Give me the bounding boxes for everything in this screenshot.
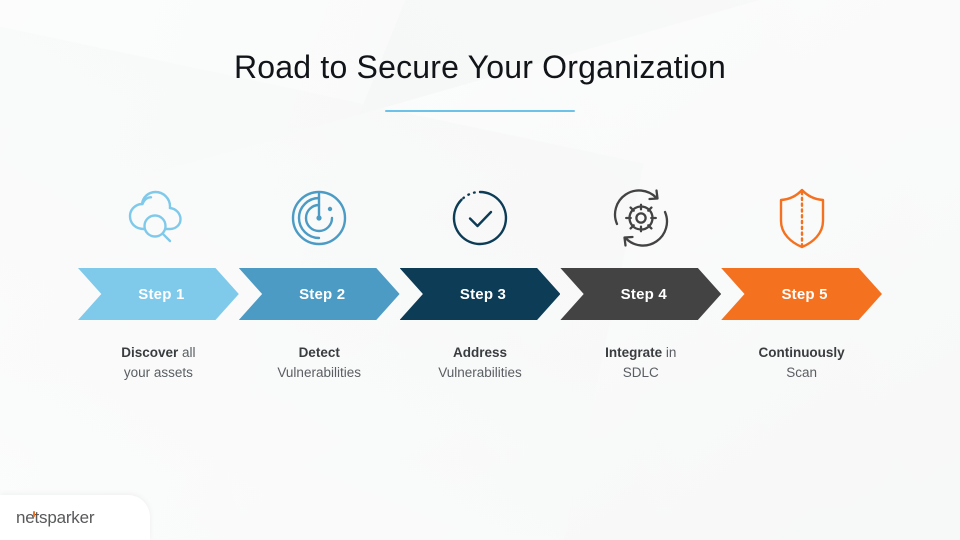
caption-step-5: Continuously Scan	[721, 343, 882, 382]
caption-line2: SDLC	[622, 364, 659, 380]
chevron-label: Step 4	[620, 285, 667, 303]
caption-rest: all	[178, 345, 196, 360]
title-underline	[385, 110, 575, 113]
caption-bold: Integrate	[605, 345, 663, 360]
chevron-step-4[interactable]: Step 4	[560, 268, 722, 320]
radar-scan-icon	[239, 175, 400, 261]
caption-bold: Address	[452, 345, 507, 360]
brand-logo-accent-mark	[32, 510, 35, 517]
cloud-search-icon	[78, 175, 239, 261]
step-1	[78, 175, 239, 261]
process-steps: Step 1 Step 2 Step 3 Step 4 Step 5 Disco…	[78, 175, 882, 380]
step-captions: Discover all your assets Detect Vulnerab…	[78, 343, 882, 382]
caption-step-4: Integrate in SDLC	[560, 343, 721, 382]
chevron-label: Step 1	[138, 285, 185, 303]
shield-icon	[721, 175, 882, 261]
step-5	[721, 175, 882, 261]
chevron-label: Step 3	[459, 285, 507, 303]
chevron-banner: Step 1 Step 2 Step 3 Step 4 Step 5	[78, 268, 882, 320]
step-4	[560, 175, 721, 261]
chevron-label: Step 2	[299, 285, 346, 303]
caption-step-3: Address Vulnerabilities	[400, 343, 561, 382]
step-3	[400, 175, 561, 261]
caption-step-2: Detect Vulnerabilities	[239, 343, 400, 382]
caption-bold: Continuously	[758, 345, 845, 360]
brand-logo-label: netsparker	[16, 507, 95, 527]
caption-bold: Discover	[121, 345, 179, 360]
chevron-step-1[interactable]: Step 1	[78, 268, 239, 320]
page-title: Road to Secure Your Organization	[233, 49, 727, 85]
chevron-step-2[interactable]: Step 2	[238, 268, 400, 320]
gear-refresh-icon	[560, 175, 721, 261]
caption-line2: your assets	[123, 364, 193, 380]
caption-line2: Vulnerabilities	[438, 364, 522, 380]
brand-logo-tab: netsparker	[0, 495, 150, 540]
caption-step-1: Discover all your assets	[78, 343, 239, 382]
title-block: Road to Secure Your Organization	[0, 48, 960, 113]
brand-logo-text: netsparker	[16, 507, 95, 528]
check-circle-icon	[400, 175, 561, 261]
caption-line2: Scan	[786, 364, 817, 380]
caption-rest: in	[662, 345, 677, 360]
slide-canvas: Road to Secure Your Organization Step 1 …	[0, 0, 960, 540]
step-2	[239, 175, 400, 261]
caption-bold: Detect	[298, 345, 340, 360]
chevron-step-3[interactable]: Step 3	[399, 268, 561, 320]
chevron-label: Step 5	[781, 285, 828, 303]
caption-line2: Vulnerabilities	[277, 364, 361, 380]
chevron-step-5[interactable]: Step 5	[721, 268, 882, 320]
